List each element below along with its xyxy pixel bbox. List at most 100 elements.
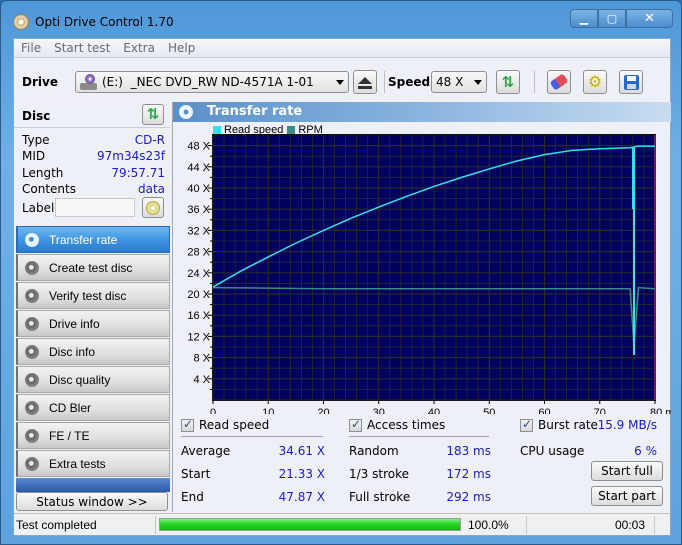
start-value: 21.33 X <box>278 467 325 481</box>
y-tick-label: 44 X <box>187 162 210 174</box>
toolbar-separator <box>384 71 385 93</box>
one-third-stroke-label: 1/3 stroke <box>349 467 409 481</box>
menu-file[interactable]: File <box>21 41 41 55</box>
chevron-down-icon <box>336 80 344 85</box>
status-divider <box>155 516 156 534</box>
nav-cd-bler[interactable]: CD Bler <box>16 394 170 421</box>
start-part-button[interactable]: Start part <box>591 486 663 506</box>
nav-label: CD Bler <box>49 400 92 415</box>
disc-icon <box>25 316 39 331</box>
y-tick-label: 32 X <box>187 225 210 237</box>
status-divider <box>654 516 655 534</box>
progress-fill <box>160 519 460 530</box>
gear-icon: ⚙ <box>587 72 603 91</box>
random-value: 183 ms <box>446 444 491 458</box>
start-label: Start <box>181 467 211 481</box>
nav-label: Disc quality <box>49 372 111 387</box>
toolbar-separator <box>534 71 535 93</box>
full-stroke-label: Full stroke <box>349 490 411 504</box>
access-times-checkbox[interactable]: Access times <box>349 417 446 432</box>
nav-disc-info[interactable]: Disc info <box>16 338 170 365</box>
refresh-icon: ⇅ <box>501 72 515 91</box>
title-bar[interactable]: Opti Drive Control 1.70 ▁ ▢ ✕ <box>1 1 681 37</box>
nav-label: Create test disc <box>49 260 133 275</box>
nav-drive-info[interactable]: Drive info <box>16 310 170 337</box>
nav-disc-quality[interactable]: Disc quality <box>16 366 170 393</box>
disc-length-key: Length <box>22 166 64 180</box>
progress-bar <box>159 518 461 531</box>
refresh-icon: ⇅ <box>146 105 160 123</box>
disc-contents-value: data <box>137 182 165 196</box>
checkbox-checked-icon <box>181 417 194 432</box>
nav-fe-te[interactable]: FE / TE <box>16 422 170 449</box>
drive-select[interactable]: (E:) _NEC DVD_RW ND-4571A 1-01 <box>75 71 349 93</box>
y-tick-label: 8 X <box>193 353 210 365</box>
read-speed-label: Read speed <box>199 418 270 432</box>
disc-refresh-button[interactable]: ⇅ <box>142 104 164 125</box>
divider <box>181 436 323 437</box>
settings-button[interactable]: ⚙ <box>583 70 607 94</box>
status-window-button[interactable]: Status window >> <box>16 492 168 511</box>
divider <box>349 436 489 437</box>
checkbox-checked-icon <box>349 417 362 432</box>
close-button[interactable]: ✕ <box>626 9 673 28</box>
disc-length-row: Length 79:57.71 <box>22 166 165 182</box>
nav-label: Drive info <box>49 316 100 331</box>
burst-rate-value: 15.9 MB/s <box>597 418 657 432</box>
minimize-button[interactable]: ▁ <box>570 9 598 28</box>
chevron-down-icon <box>474 80 482 85</box>
x-tick-label: 30 <box>373 407 385 414</box>
nav-transfer-rate[interactable]: Transfer rate <box>16 226 170 253</box>
disc-length-value: 79:57.71 <box>111 166 165 180</box>
menu-help[interactable]: Help <box>168 41 195 55</box>
nav-footer <box>16 478 170 492</box>
disc-label-button[interactable] <box>142 197 164 218</box>
start-full-button[interactable]: Start full <box>591 461 663 481</box>
eraser-icon <box>549 73 569 91</box>
disc-label-input[interactable] <box>55 198 135 217</box>
access-times-label: Access times <box>367 418 446 432</box>
nav-extra-tests[interactable]: Extra tests <box>16 450 170 477</box>
menu-start-test[interactable]: Start test <box>54 41 110 55</box>
end-value: 47.87 X <box>278 490 325 504</box>
x-tick-label: 20 <box>317 407 329 414</box>
disc-type-key: Type <box>22 133 50 147</box>
disc-icon <box>25 400 39 415</box>
speed-select[interactable]: 48 X <box>431 71 487 93</box>
drive-value: (E:) _NEC DVD_RW ND-4571A 1-01 <box>102 75 314 89</box>
elapsed-time: 00:03 <box>615 518 646 532</box>
nav-label: Verify test disc <box>49 288 127 303</box>
cpu-usage-label: CPU usage <box>520 444 585 458</box>
erase-button[interactable] <box>547 70 571 94</box>
maximize-button[interactable]: ▢ <box>598 9 626 28</box>
menu-extra[interactable]: Extra <box>123 41 155 55</box>
nav-verify-test-disc[interactable]: Verify test disc <box>16 282 170 309</box>
main-panel: Transfer rate Read speed RPM 4 X8 X 12 X1… <box>172 102 671 512</box>
x-tick-label: 80 min <box>650 407 671 414</box>
disc-mid-key: MID <box>22 149 46 163</box>
disc-type-value: CD-R <box>134 133 165 147</box>
maximize-icon: ▢ <box>606 12 618 25</box>
nav-create-test-disc[interactable]: Create test disc <box>16 254 170 281</box>
y-tick-label: 40 X <box>187 183 210 195</box>
y-tick-label: 20 X <box>187 289 210 301</box>
disc-icon <box>25 260 39 275</box>
eject-button[interactable] <box>353 70 377 94</box>
transfer-rate-chart: 4 X 8 X 12 X 16 X 20 X 24 X 28 X 32 X 36 X 40 X 44… <box>187 134 671 414</box>
nav-label: FE / TE <box>49 428 90 443</box>
drive-label: Drive <box>22 75 58 89</box>
disc-icon <box>25 456 39 471</box>
y-tick-label: 48 X <box>187 141 210 153</box>
save-button[interactable] <box>619 70 643 94</box>
y-tick-label: 12 X <box>187 331 210 343</box>
nav-label: Disc info <box>49 344 96 359</box>
stats-area: Read speed Average 34.61 X Start 21.33 X… <box>173 414 671 512</box>
disc-mid-row: MID 97m34s23f <box>22 149 165 165</box>
optical-drive-icon <box>80 74 98 90</box>
x-tick-label: 60 <box>538 407 550 414</box>
read-speed-checkbox[interactable]: Read speed <box>181 417 270 432</box>
refresh-speed-button[interactable]: ⇅ <box>496 70 520 94</box>
disc-mid-value: 97m34s23f <box>97 149 165 163</box>
toolbar: Drive (E:) _NEC DVD_RW ND-4571A 1-01 Spe… <box>14 59 670 101</box>
y-tick-label: 16 X <box>187 310 210 322</box>
